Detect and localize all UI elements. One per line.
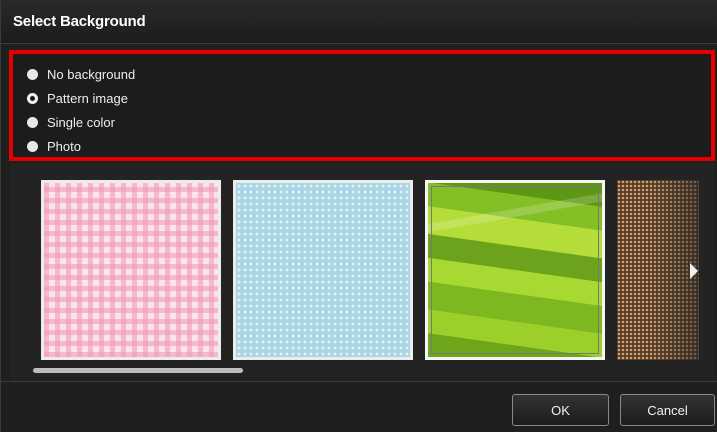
option-photo[interactable]: Photo xyxy=(27,137,81,155)
select-background-dialog: Select Background No background Pattern … xyxy=(0,0,717,432)
pattern-gallery xyxy=(11,163,715,381)
green-wave-pattern-thumbnail-selected[interactable] xyxy=(425,180,605,360)
pink-gingham-pattern-thumbnail[interactable] xyxy=(41,180,221,360)
radio-icon[interactable] xyxy=(27,68,38,80)
radio-icon[interactable] xyxy=(27,140,38,152)
option-single-color[interactable]: Single color xyxy=(27,113,115,131)
cancel-button[interactable]: Cancel xyxy=(620,394,715,426)
option-label: Single color xyxy=(47,114,115,130)
chevron-right-icon[interactable] xyxy=(690,263,698,279)
gallery-scrollbar[interactable] xyxy=(33,368,243,373)
ok-button[interactable]: OK xyxy=(512,394,609,426)
option-label: Photo xyxy=(47,138,81,154)
option-label: No background xyxy=(47,66,136,82)
dialog-title: Select Background xyxy=(13,13,146,30)
option-pattern-image[interactable]: Pattern image xyxy=(27,89,128,107)
brown-dot-pattern-thumbnail[interactable] xyxy=(617,180,699,360)
option-no-background[interactable]: No background xyxy=(27,65,135,83)
title-bar: Select Background xyxy=(1,0,717,44)
blue-dot-pattern-thumbnail[interactable] xyxy=(233,180,413,360)
radio-selected-icon[interactable] xyxy=(27,92,38,104)
radio-icon[interactable] xyxy=(27,116,38,128)
background-type-options: No background Pattern image Single color… xyxy=(9,50,715,161)
dialog-footer: OK Cancel xyxy=(1,381,717,432)
option-label: Pattern image xyxy=(47,90,128,106)
